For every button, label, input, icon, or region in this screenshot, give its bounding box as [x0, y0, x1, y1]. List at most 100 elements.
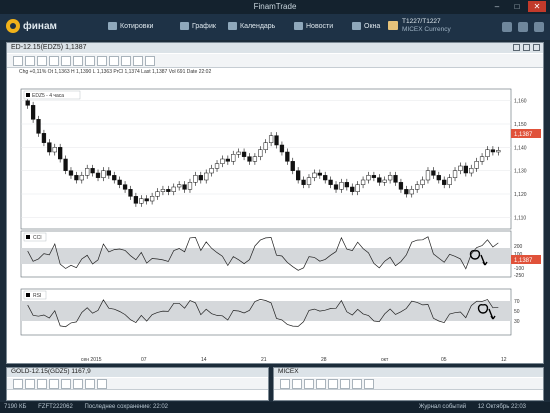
app-logo: финам: [6, 19, 57, 33]
candle-body: [52, 147, 57, 153]
settings-icon[interactable]: [37, 378, 47, 389]
candle-body: [333, 184, 339, 190]
date-tick-label: 07: [141, 357, 147, 363]
candle-body: [106, 170, 111, 176]
status-datetime: 12 Октябрь 22:03: [477, 404, 526, 410]
list-icon[interactable]: [49, 378, 59, 389]
list-icon[interactable]: [316, 378, 326, 389]
account-info[interactable]: T1227/T1227 MICEX Currency: [388, 18, 451, 34]
menu-label: Котировки: [120, 22, 154, 30]
candle-body: [155, 191, 160, 197]
menu-chart[interactable]: График: [180, 22, 216, 30]
candle-body: [301, 179, 306, 185]
candle-body: [344, 182, 349, 188]
candle-body: [290, 161, 295, 171]
cci-tick: 200: [514, 244, 523, 250]
indicators-icon[interactable]: [85, 378, 95, 389]
link-icon[interactable]: [280, 378, 290, 389]
candle-body: [47, 142, 52, 153]
candle-body: [117, 179, 122, 185]
crosshair-icon[interactable]: [364, 378, 374, 389]
price-plot-area: [20, 88, 512, 230]
candle-body: [133, 196, 139, 204]
crosshair-icon[interactable]: [97, 378, 107, 389]
settings-icon[interactable]: [304, 378, 314, 389]
app-icon-group: [502, 22, 544, 32]
gold-panel-title: GOLD-12.15(GDZ5) 1167,9: [11, 368, 91, 375]
menu-news[interactable]: Новости: [294, 22, 333, 30]
cci-tick: -250: [514, 273, 524, 279]
candle-body: [447, 177, 452, 185]
user-icon[interactable]: [502, 22, 512, 32]
cci-legend-label: CCI: [33, 235, 42, 241]
rsi-legend-swatch: [26, 293, 30, 297]
rsi-band: [21, 301, 511, 321]
link-icon[interactable]: [13, 378, 23, 389]
menu-calendar[interactable]: Календарь: [228, 22, 275, 30]
minimize-button[interactable]: –: [488, 1, 506, 12]
rsi-tick: 50: [514, 309, 520, 315]
candle-body: [371, 175, 377, 178]
line-chart-icon[interactable]: [61, 378, 71, 389]
candle-body: [377, 177, 382, 183]
memory-usage: 7190 КБ: [4, 404, 27, 410]
line-chart-icon[interactable]: [328, 378, 338, 389]
candle-body: [263, 142, 268, 150]
candle-body: [90, 168, 95, 174]
cci-legend-swatch: [26, 235, 30, 239]
last-price-label: 1,1387: [514, 132, 533, 138]
close-button[interactable]: ✕: [528, 1, 546, 12]
menu-label: График: [192, 22, 216, 30]
date-tick-label: окт: [381, 357, 389, 363]
menu-label: Новости: [306, 22, 334, 30]
cci-tick: -100: [514, 266, 524, 272]
candles-icon[interactable]: [73, 378, 83, 389]
price-tick-label: 1,120: [514, 192, 527, 198]
rsi-legend-label: RSI: [33, 293, 41, 299]
candle-body: [182, 184, 187, 190]
app-toolbar: финам Котировки График Календарь Новости…: [0, 14, 550, 40]
status-bar: 7190 КБ FZFT222062 Последнее сохранение:…: [0, 402, 550, 413]
price-axis: 1,160 1,150 1,140 1,130 1,120 1,110: [514, 99, 527, 222]
copy-icon[interactable]: [25, 378, 35, 389]
windows-icon: [352, 22, 361, 30]
copy-icon[interactable]: [292, 378, 302, 389]
candle-body: [436, 175, 441, 181]
maximize-button[interactable]: □: [508, 1, 526, 12]
candle-body: [122, 184, 128, 190]
candle-body: [220, 158, 225, 164]
micex-toolbar: [274, 378, 543, 390]
candle-body: [58, 147, 63, 160]
candle-body: [339, 182, 344, 190]
candle-body: [355, 184, 360, 192]
series-legend-swatch: [26, 93, 30, 97]
last-saved: Последнее сохранение: 22:02: [84, 404, 169, 410]
finam-logo-icon: [6, 19, 20, 33]
candles-icon[interactable]: [340, 378, 350, 389]
chart-panel: ED-12.15(EDZ5) 1,1387 Chg +0,11% Ot 1,13…: [6, 42, 544, 364]
menu-windows[interactable]: Окна: [352, 22, 380, 30]
candle-body: [160, 189, 166, 192]
candle-body: [209, 168, 214, 174]
candle-body: [469, 168, 474, 174]
candle-body: [252, 156, 258, 162]
candle-body: [101, 170, 106, 178]
date-tick-label: 14: [201, 357, 207, 363]
indicators-icon[interactable]: [352, 378, 362, 389]
settings-icon[interactable]: [518, 22, 528, 32]
candle-body: [236, 151, 241, 155]
candle-body: [198, 175, 203, 181]
candle-body: [144, 198, 149, 202]
help-icon[interactable]: [534, 22, 544, 32]
date-tick-label: сен 2015: [81, 357, 102, 363]
news-icon: [294, 22, 303, 30]
price-tick-label: 1,150: [514, 122, 527, 128]
price-tick-label: 1,160: [514, 99, 527, 105]
candle-body: [95, 172, 101, 178]
candle-body: [30, 105, 36, 120]
event-journal-link[interactable]: Журнал событий: [419, 404, 466, 410]
candle-body: [79, 175, 84, 181]
candle-body: [387, 175, 393, 181]
menu-quotes[interactable]: Котировки: [108, 22, 153, 30]
chart-canvas[interactable]: 1,160 1,150 1,140 1,130 1,120 1,110 EDZ5 - 4 …: [7, 43, 545, 365]
